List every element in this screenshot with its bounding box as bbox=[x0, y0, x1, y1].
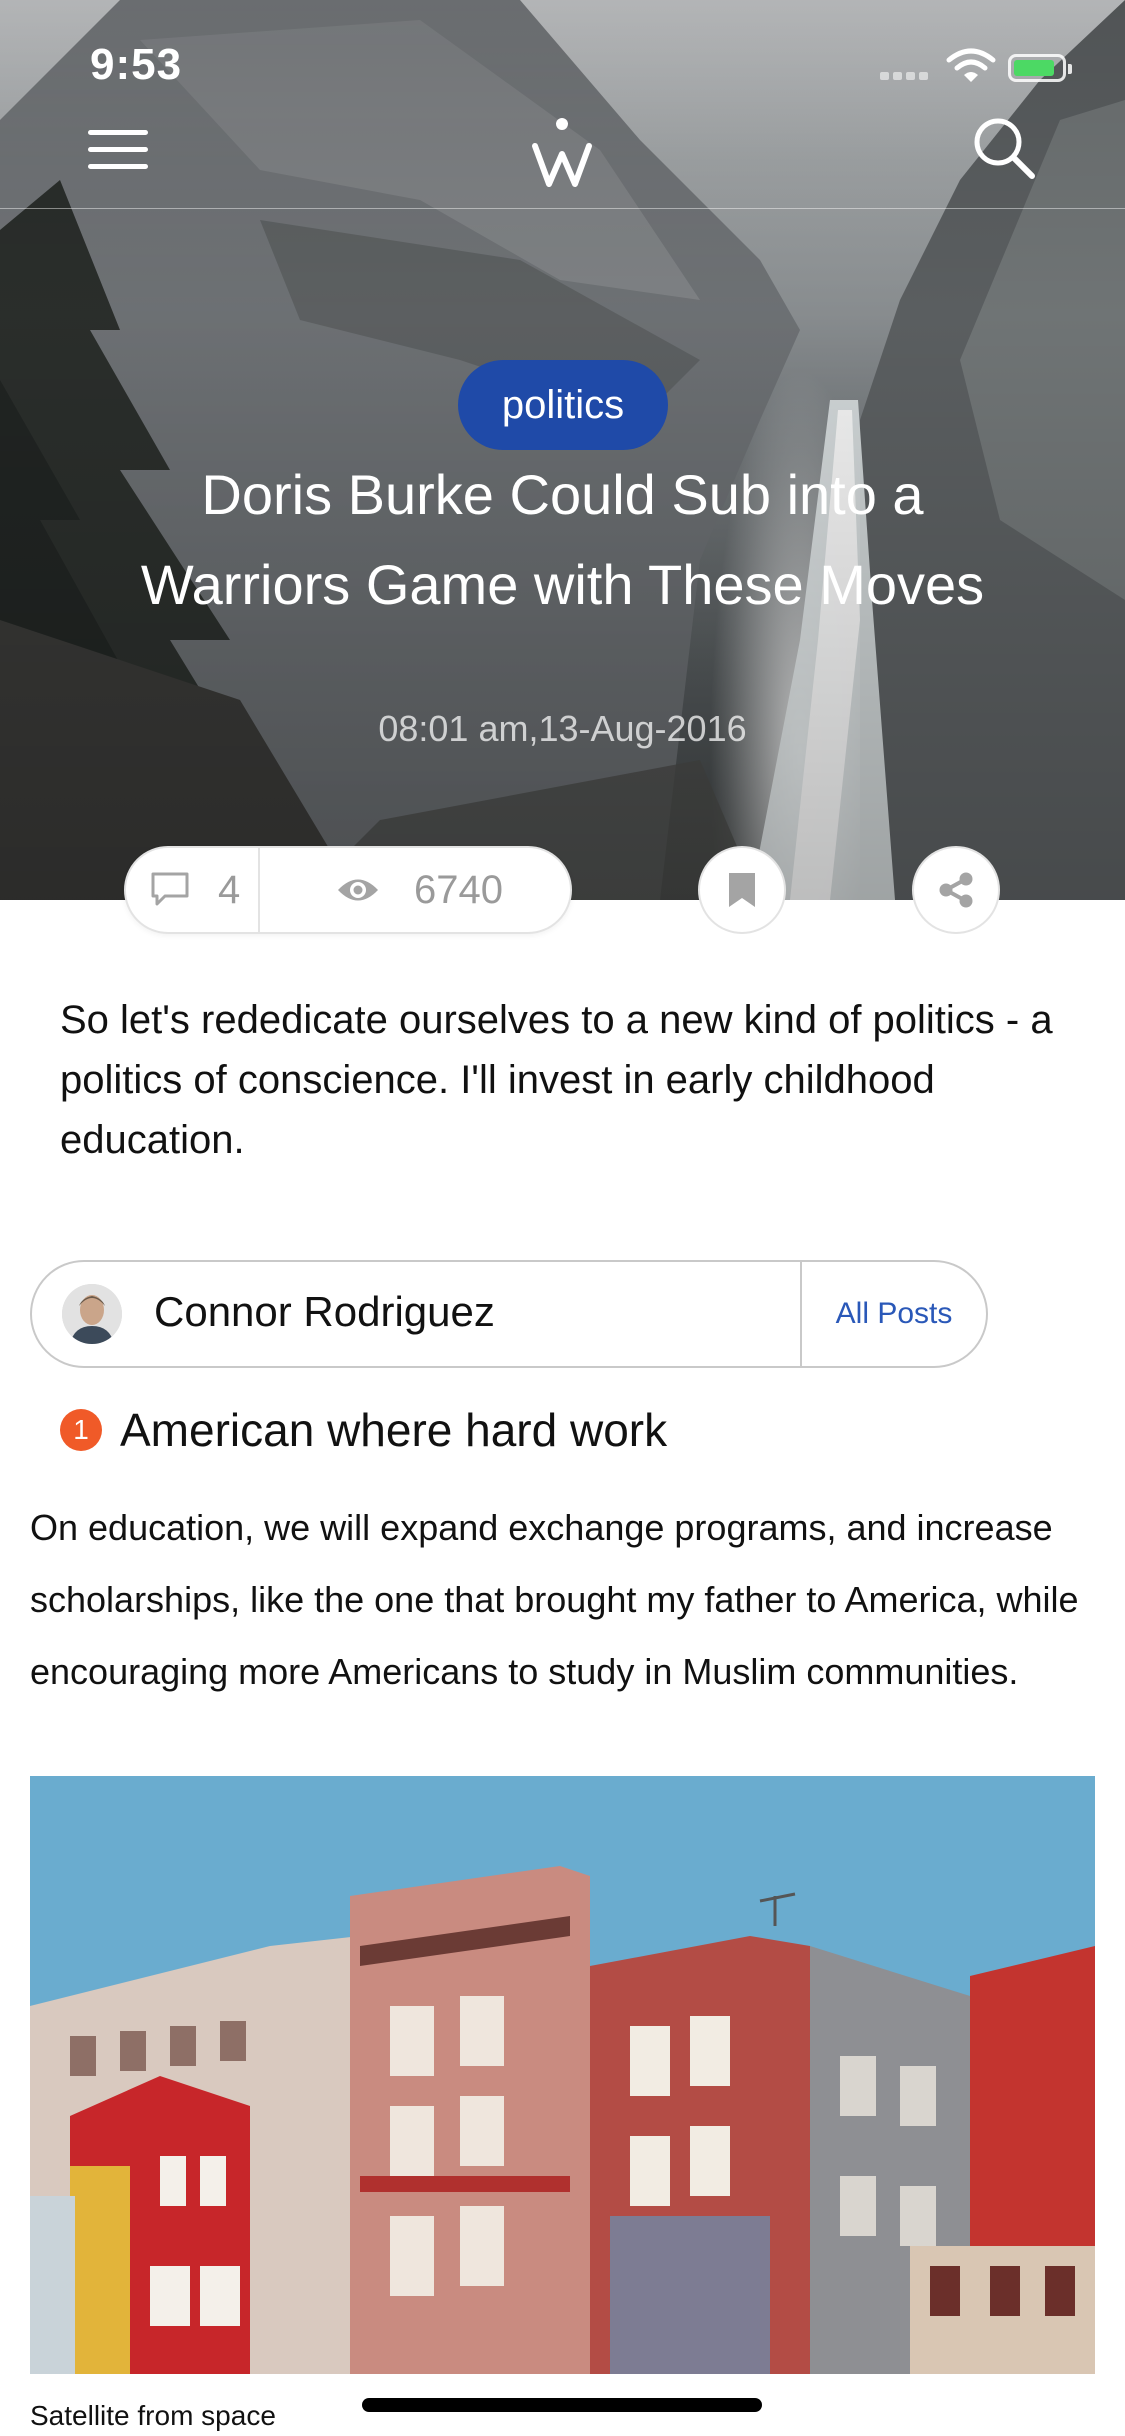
author-photo bbox=[62, 1284, 122, 1344]
battery-charging-icon bbox=[1008, 54, 1072, 82]
avatar[interactable] bbox=[62, 1284, 122, 1344]
article-photo bbox=[30, 1776, 1095, 2374]
cellular-signal-icon bbox=[880, 72, 928, 80]
article-title: Doris Burke Could Sub into a Warriors Ga… bbox=[140, 463, 985, 616]
category-badge[interactable]: politics bbox=[458, 360, 668, 450]
eye-icon bbox=[338, 879, 378, 901]
comments-stat[interactable]: 4 bbox=[126, 848, 260, 932]
bookmark-button[interactable] bbox=[698, 846, 786, 934]
search-icon[interactable] bbox=[970, 114, 1038, 182]
section-heading: 1 American where hard work bbox=[60, 1400, 667, 1460]
top-navigation-bar bbox=[0, 100, 1125, 209]
section-number-badge: 1 bbox=[60, 1409, 102, 1451]
share-button[interactable] bbox=[912, 846, 1000, 934]
views-stat: 6740 bbox=[260, 848, 570, 932]
comments-count: 4 bbox=[218, 867, 241, 912]
hero-header: 9:53 politics Doris Burke Could Sub into… bbox=[0, 0, 1125, 900]
bookmark-icon bbox=[729, 873, 755, 907]
article-date: 08:01 am,13-Aug-2016 bbox=[378, 708, 747, 749]
views-count: 6740 bbox=[414, 867, 503, 912]
article-lead: So let's rededicate ourselves to a new k… bbox=[60, 998, 1053, 1162]
w-logo-icon[interactable] bbox=[527, 112, 597, 192]
author-name[interactable]: Connor Rodriguez bbox=[154, 1288, 495, 1336]
buildings-image bbox=[30, 1776, 1095, 2374]
article-stats: 4 6740 bbox=[124, 846, 572, 934]
hamburger-menu-icon[interactable] bbox=[88, 128, 148, 172]
author-card: Connor Rodriguez All Posts bbox=[30, 1260, 988, 1368]
wifi-icon bbox=[946, 48, 996, 82]
section-title: American where hard work bbox=[120, 1404, 668, 1456]
all-posts-button[interactable]: All Posts bbox=[800, 1262, 986, 1366]
comment-bubble-icon bbox=[151, 872, 189, 906]
section-paragraph: On education, we will expand exchange pr… bbox=[30, 1507, 1079, 1692]
status-time: 9:53 bbox=[90, 40, 183, 89]
share-icon bbox=[939, 872, 973, 908]
photo-caption: Satellite from space bbox=[30, 2400, 276, 2431]
home-indicator[interactable] bbox=[362, 2398, 762, 2412]
